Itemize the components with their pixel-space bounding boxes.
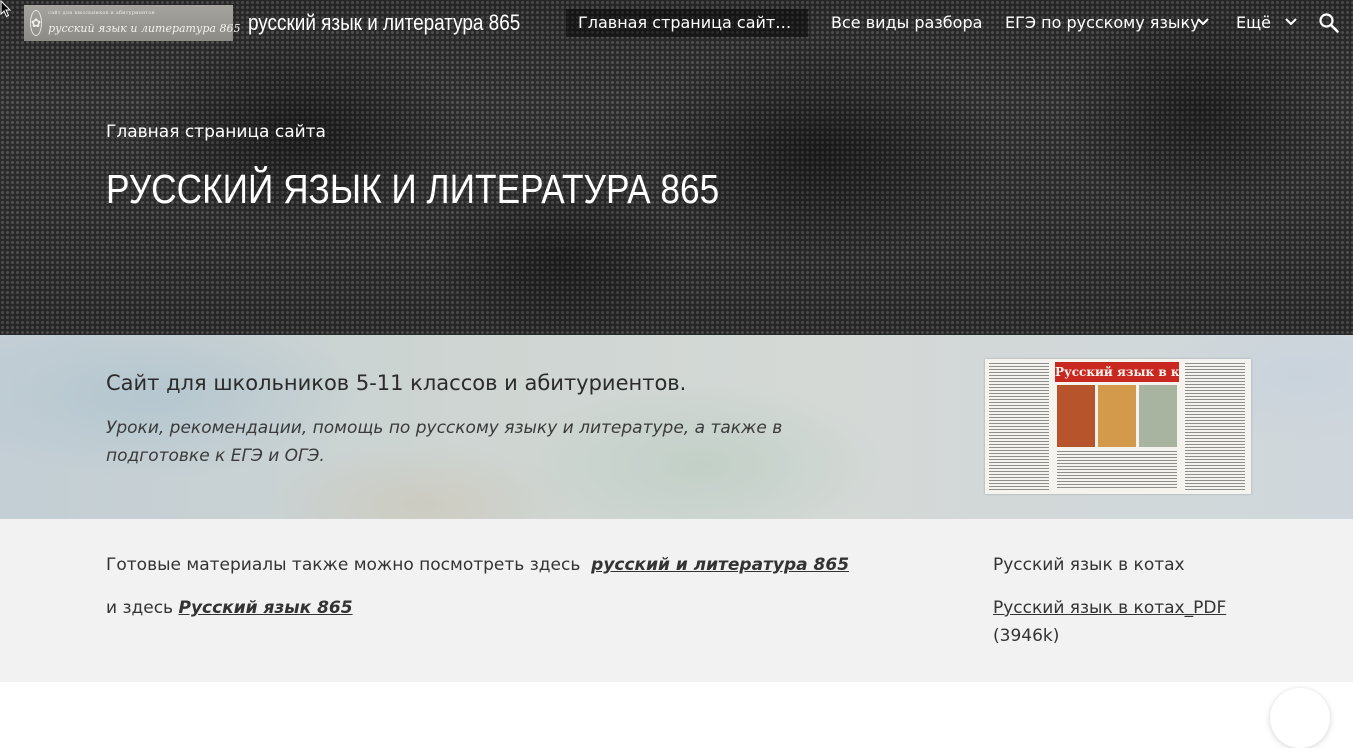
site-logo[interactable]: ✿ сайт для школьников и абитуриентов рус… [24, 5, 240, 41]
site-header: ✿ сайт для школьников и абитуриентов рус… [0, 0, 1353, 335]
thumbnail-headline: Русский язык в котах [1055, 362, 1179, 382]
thumbnail-picture [1098, 385, 1136, 447]
pdf-download-link[interactable]: Русский язык в котах_PDF [993, 598, 1226, 618]
logo-emblem-icon: ✿ [30, 10, 43, 36]
text-column [1057, 451, 1177, 490]
page-title: РУССКИЙ ЯЗЫК И ЛИТЕРАТУРА 865 [106, 166, 720, 212]
file-size: (3946k) [993, 626, 1060, 646]
attachment-heading: Русский язык в котах [993, 555, 1185, 575]
nav-item-home[interactable]: Главная страница сайта русский язык и ли… [566, 9, 808, 37]
nav-item-more[interactable]: Ещё [1236, 12, 1271, 34]
mouse-cursor-icon [0, 0, 12, 18]
scroll-to-top-button[interactable] [1270, 688, 1330, 748]
materials-line-2: и здесь Русский язык 865 [106, 598, 353, 618]
materials-link-literature[interactable]: русский и литература 865 [591, 555, 849, 575]
intro-section: Сайт для школьников 5-11 классов и абиту… [0, 335, 1353, 519]
site-title[interactable]: русский язык и литература 865 [248, 10, 520, 36]
hero-subtitle: Главная страница сайта [106, 122, 326, 142]
nav-item-parsing[interactable]: Все виды разбора [831, 12, 982, 34]
intro-description: Уроки, рекомендации, помощь по русскому … [106, 418, 783, 466]
search-icon[interactable] [1318, 12, 1340, 34]
thumbnail-picture [1139, 385, 1177, 447]
text-column [989, 363, 1049, 490]
logo-wordmark: русский язык и литература 865 [48, 22, 241, 35]
thumbnail-picture [1057, 385, 1095, 447]
logo-caption: сайт для школьников и абитуриентов [48, 10, 155, 16]
materials-text: Готовые материалы также можно посмотреть… [106, 555, 581, 575]
materials-text: и здесь [106, 598, 174, 618]
logo-text: сайт для школьников и абитуриентов русск… [48, 11, 240, 35]
newspaper-thumbnail[interactable]: Русский язык в котах [985, 359, 1251, 494]
materials-section: Готовые материалы также можно посмотреть… [0, 519, 1353, 682]
materials-line-1: Готовые материалы также можно посмотреть… [106, 555, 849, 575]
chevron-down-icon[interactable] [1284, 14, 1298, 28]
nav-item-home-label: Главная страница сайта русский язык и ли… [578, 13, 796, 32]
text-column [1185, 363, 1245, 490]
nav-item-ege[interactable]: ЕГЭ по русскому языку [1005, 12, 1200, 34]
intro-heading: Сайт для школьников 5-11 классов и абиту… [106, 371, 687, 395]
materials-link-russian[interactable]: Русский язык 865 [178, 598, 352, 618]
chevron-down-icon[interactable] [1196, 14, 1210, 28]
